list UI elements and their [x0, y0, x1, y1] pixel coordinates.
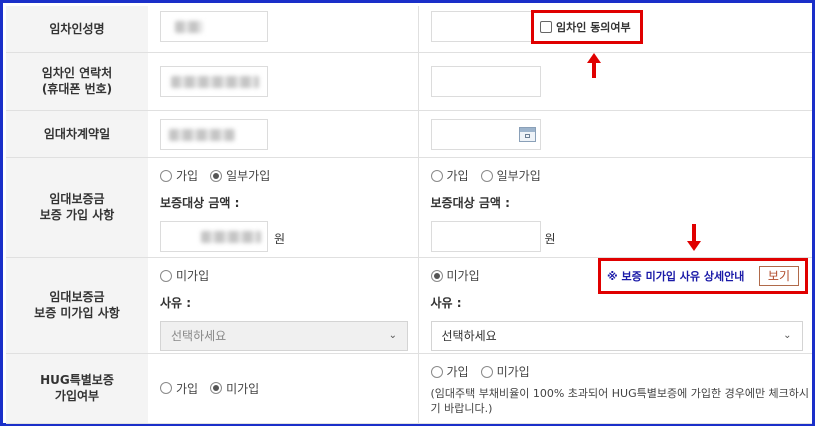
row-contract-date: 임대차계약일: [6, 110, 812, 158]
radio-hug-join-right[interactable]: [430, 365, 443, 378]
label-deposit-join: 임대보증금 보증 가입 사항: [6, 157, 148, 258]
reason-select-right[interactable]: 선택하세요 ⌄: [430, 320, 803, 351]
radio-join-left[interactable]: [160, 169, 172, 182]
form-frame: 임차인성명 임차인 연락처 (휴대폰 번호) 임대차계약일 임대보증금 보증 가…: [0, 0, 815, 426]
won-unit-right: 원: [544, 231, 556, 246]
radio-join-right[interactable]: [430, 169, 443, 182]
label-contract-date: 임대차계약일: [6, 110, 148, 158]
arrow-up-icon: [587, 53, 601, 79]
radio-partial-left[interactable]: [210, 169, 223, 182]
tenant-contact-input-right[interactable]: [430, 65, 541, 97]
radio-nonjoin-left[interactable]: [160, 269, 172, 282]
contract-date-input-right[interactable]: [430, 118, 541, 150]
deposit-join-options-right: 가입 일부가입: [430, 168, 813, 184]
row-hug: HUG특별보증 가입여부 가입 미가입 가입 미가입 (임대주택 부채비율이 1…: [6, 353, 813, 424]
amount-input-right[interactable]: [430, 220, 541, 252]
chevron-down-icon: ⌄: [783, 330, 792, 341]
consent-checkbox[interactable]: [540, 21, 552, 33]
view-button[interactable]: 보기: [758, 266, 799, 286]
hug-options-right: 가입 미가입: [430, 364, 813, 380]
hug-note: (임대주택 부채비율이 100% 초과되어 HUG특별보증에 가입한 경우에만 …: [430, 386, 810, 415]
nonjoin-guide-text: ※ 보증 미가입 사유 상세안내: [607, 270, 745, 283]
deposit-join-options-left: 가입 일부가입: [160, 168, 418, 184]
redacted-value: [171, 75, 259, 88]
amount-label-left: 보증대상 금액 :: [160, 195, 240, 210]
chevron-down-icon: ⌄: [388, 330, 397, 341]
redacted-value: [169, 128, 235, 141]
row-tenant-name: 임차인성명: [6, 6, 812, 53]
reason-label-right: 사유 :: [430, 295, 462, 310]
redacted-value: [201, 230, 261, 243]
radio-nonjoin-right[interactable]: [430, 269, 443, 282]
consent-label: 임차인 동의여부: [556, 21, 631, 34]
radio-hug-join-left[interactable]: [160, 382, 172, 394]
row-tenant-contact: 임차인 연락처 (휴대폰 번호): [6, 52, 812, 111]
radio-hug-nonjoin-left[interactable]: [210, 382, 223, 394]
tenant-contact-input-left[interactable]: [160, 65, 268, 97]
amount-input-left[interactable]: [160, 220, 268, 252]
deposit-nonjoin-options-left: 미가입: [160, 268, 418, 284]
hug-options-left: 가입 미가입: [160, 380, 418, 396]
redacted-value: [175, 21, 203, 33]
contract-date-input-left[interactable]: [160, 118, 268, 150]
label-hug: HUG특별보증 가입여부: [6, 353, 148, 424]
reason-label-left: 사유 :: [160, 295, 192, 310]
won-unit-left: 원: [274, 231, 286, 246]
label-tenant-contact: 임차인 연락처 (휴대폰 번호): [6, 52, 148, 111]
label-deposit-nonjoin: 임대보증금 보증 미가입 사항: [6, 257, 148, 354]
radio-partial-right[interactable]: [480, 169, 493, 182]
tenant-name-input-left[interactable]: [160, 11, 268, 42]
amount-label-right: 보증대상 금액 :: [430, 195, 510, 210]
arrow-down-icon: [687, 224, 701, 252]
lease-info-table: 임차인성명 임차인 연락처 (휴대폰 번호) 임대차계약일 임대보증금 보증 가…: [6, 6, 812, 424]
tenant-name-input-right[interactable]: [430, 11, 541, 42]
reason-select-left[interactable]: 선택하세요 ⌄: [160, 320, 408, 351]
label-tenant-name: 임차인성명: [6, 6, 148, 53]
radio-hug-nonjoin-right[interactable]: [480, 365, 493, 378]
guide-highlight-box: ※ 보증 미가입 사유 상세안내 보기: [598, 258, 808, 294]
consent-highlight-box: 임차인 동의여부: [531, 10, 643, 44]
calendar-icon[interactable]: [518, 126, 536, 142]
